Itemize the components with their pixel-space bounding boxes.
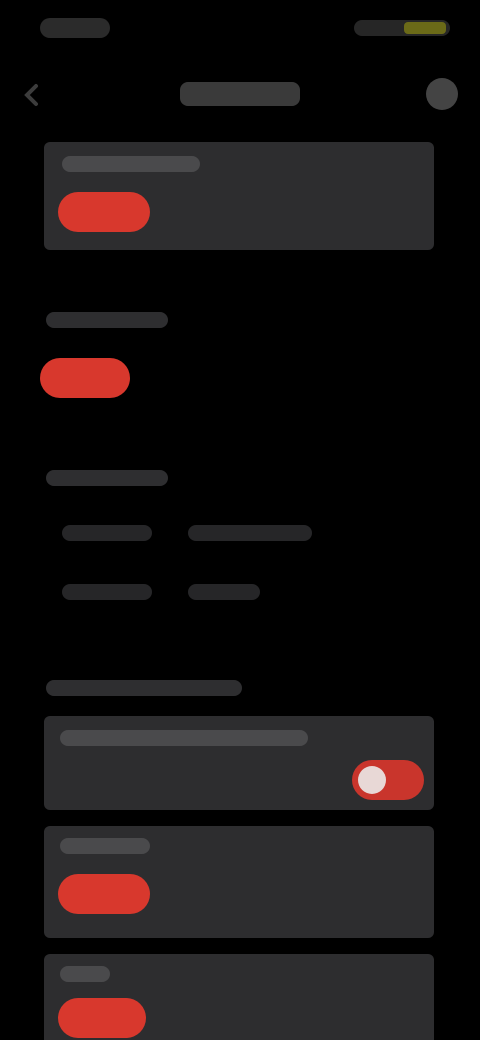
detail-row-2-value	[188, 584, 260, 600]
header	[0, 64, 480, 124]
card-3-label	[60, 966, 110, 982]
detail-row-1-key	[62, 525, 152, 541]
page-title	[180, 82, 300, 106]
status-time	[40, 18, 110, 38]
section-2-button[interactable]	[40, 358, 130, 398]
section-4-card-2	[44, 826, 434, 938]
section-2-label	[46, 312, 168, 328]
status-bar	[0, 0, 480, 56]
section-4-card-3	[44, 954, 434, 1040]
section-1-label	[62, 156, 200, 172]
app-screen	[0, 0, 480, 1040]
toggle-knob	[358, 766, 386, 794]
section-4-label	[46, 680, 242, 696]
section-1-button[interactable]	[58, 192, 150, 232]
more-icon[interactable]	[426, 78, 458, 110]
card-2-button[interactable]	[58, 874, 150, 914]
toggle-card	[44, 716, 434, 810]
section-3-label	[46, 470, 168, 486]
back-button[interactable]	[18, 80, 48, 110]
toggle-card-label	[60, 730, 308, 746]
card-3-button[interactable]	[58, 998, 146, 1038]
detail-row-1-value	[188, 525, 312, 541]
card-2-label	[60, 838, 150, 854]
toggle-switch[interactable]	[352, 760, 424, 800]
chevron-left-icon	[24, 84, 38, 106]
battery-icon	[404, 22, 446, 34]
section-1-card	[44, 142, 434, 250]
detail-row-2-key	[62, 584, 152, 600]
